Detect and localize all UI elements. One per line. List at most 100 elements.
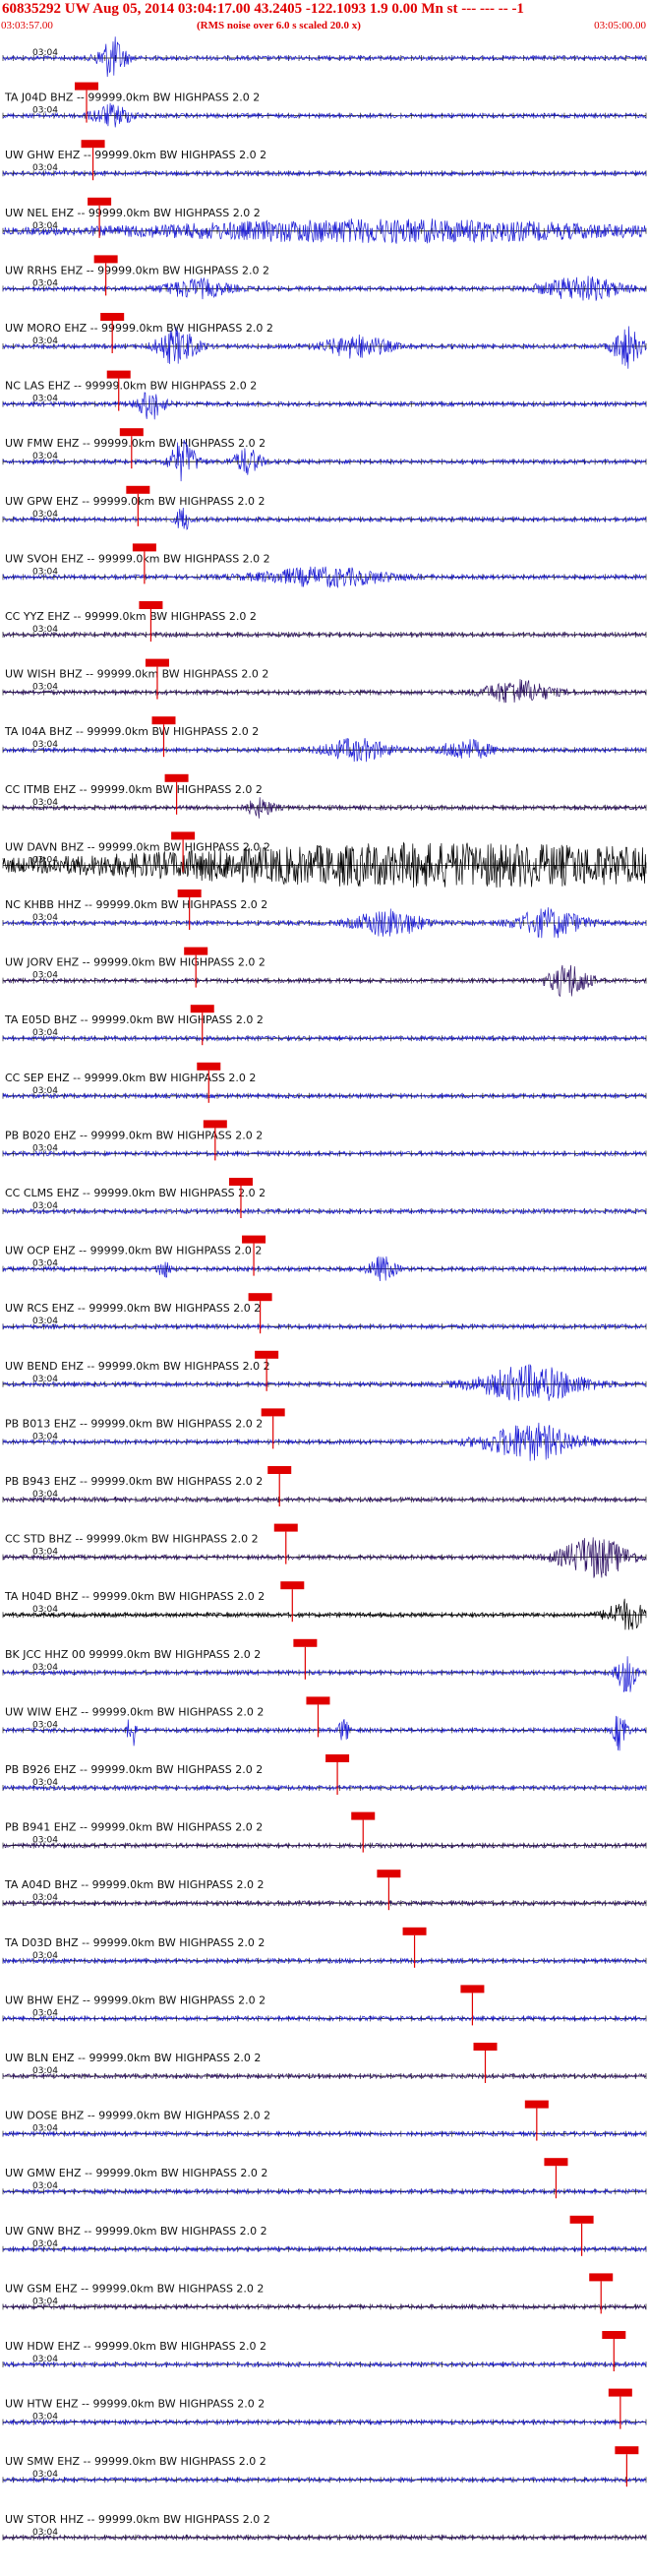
pick-flag (261, 1408, 285, 1417)
pick-flag (197, 1062, 221, 1071)
trace-row: TA H04D BHZ -- 99999.0km BW HIGHPASS 2.0… (2, 1590, 647, 1630)
trace-row: TA A04D BHZ -- 99999.0km BW HIGHPASS 2.0… (2, 1878, 647, 1907)
trace-label: UW GMW EHZ -- 99999.0km BW HIGHPASS 2.0 … (5, 2167, 267, 2179)
pick-flag (524, 2100, 549, 2109)
trace-row: BK JCC HHZ 00 99999.0km BW HIGHPASS 2.0 … (2, 1648, 647, 1692)
trace-row: UW OCP EHZ -- 99999.0km BW HIGHPASS 2.0 … (2, 1245, 647, 1282)
pick-flag (351, 1811, 376, 1820)
trace-row: TA D03D BHZ -- 99999.0km BW HIGHPASS 2.0… (2, 1936, 647, 1965)
trace-time: 03:04 (32, 971, 58, 981)
pick-flag (203, 1120, 227, 1129)
trace-label: UW GSM EHZ -- 99999.0km BW HIGHPASS 2.0 … (5, 2282, 264, 2295)
trace-time: 03:04 (32, 683, 58, 693)
trace-time: 03:04 (32, 106, 58, 116)
trace-row: 03:04 (2, 36, 647, 78)
trace-time: 03:04 (32, 798, 58, 808)
pick-flag (88, 197, 112, 206)
pick-flag (293, 1638, 318, 1647)
trace-label: UW WIW EHZ -- 99999.0km BW HIGHPASS 2.0 … (5, 1705, 264, 1718)
trace-row: NC KHBB HHZ -- 99999.0km BW HIGHPASS 2.0… (2, 898, 647, 939)
pick-flag (306, 1696, 330, 1705)
trace-row: CC SEP EHZ -- 99999.0km BW HIGHPASS 2.0 … (2, 1072, 647, 1100)
pick-flag (145, 658, 169, 667)
trace-label: TA H04D BHZ -- 99999.0km BW HIGHPASS 2.0… (4, 1590, 265, 1603)
trace-label: UW BLN EHZ -- 99999.0km BW HIGHPASS 2.0 … (5, 2052, 261, 2064)
trace-label: TA A04D BHZ -- 99999.0km BW HIGHPASS 2.0… (4, 1878, 264, 1891)
trace-time: 03:04 (32, 2066, 58, 2076)
trace-row: CC ITMB EHZ -- 99999.0km BW HIGHPASS 2.0… (2, 783, 647, 819)
trace-row: UW GPW EHZ -- 99999.0km BW HIGHPASS 2.0 … (2, 495, 647, 530)
trace-label: UW WISH BHZ -- 99999.0km BW HIGHPASS 2.0… (5, 668, 268, 681)
pick-flag (569, 2215, 594, 2224)
trace-row: PB B943 EHZ -- 99999.0km BW HIGHPASS 2.0… (2, 1475, 647, 1503)
trace-row: CC STD BHZ -- 99999.0km BW HIGHPASS 2.0 … (2, 1533, 647, 1578)
trace-label: UW OCP EHZ -- 99999.0km BW HIGHPASS 2.0 … (5, 1245, 262, 1257)
trace-label: BK JCC HHZ 00 99999.0km BW HIGHPASS 2.0 … (5, 1648, 261, 1661)
trace-label: UW BEND EHZ -- 99999.0km BW HIGHPASS 2.0… (5, 1360, 270, 1373)
pick-flag (473, 2043, 498, 2051)
pick-flag (280, 1581, 305, 1590)
trace-time: 03:04 (32, 740, 58, 750)
waveform (2, 679, 647, 704)
trace-label: UW GPW EHZ -- 99999.0km BW HIGHPASS 2.0 … (5, 495, 265, 508)
trace-label: UW NEL EHZ -- 99999.0km BW HIGHPASS 2.0 … (5, 207, 261, 219)
trace-time: 03:04 (32, 625, 58, 635)
trace-row: UW GMW EHZ -- 99999.0km BW HIGHPASS 2.0 … (2, 2167, 647, 2195)
trace-row: UW BHW EHZ -- 99999.0km BW HIGHPASS 2.0 … (2, 1993, 647, 2022)
pick-flag (544, 2158, 568, 2167)
trace-row: NC LAS EHZ -- 99999.0km BW HIGHPASS 2.0 … (2, 380, 647, 420)
trace-row: UW GHW EHZ -- 99999.0km BW HIGHPASS 2.0 … (2, 149, 647, 177)
waveform (2, 102, 647, 128)
trace-row: UW JORV EHZ -- 99999.0km BW HIGHPASS 2.0… (2, 956, 647, 998)
trace-label: UW SVOH EHZ -- 99999.0km BW HIGHPASS 2.0… (5, 552, 270, 565)
pick-flag (325, 1754, 350, 1762)
pick-flag (100, 313, 125, 321)
trace-label: CC YYZ EHZ -- 99999.0km BW HIGHPASS 2.0 … (5, 610, 257, 623)
trace-label: CC STD BHZ -- 99999.0km BW HIGHPASS 2.0 … (5, 1533, 259, 1546)
trace-row: UW STOR HHZ -- 99999.0km BW HIGHPASS 2.0… (2, 2513, 647, 2542)
pick-flag (171, 831, 196, 840)
trace-time: 03:04 (32, 510, 58, 520)
pick-flag (273, 1523, 298, 1532)
pick-flag (190, 1005, 214, 1013)
trace-row: PB B941 EHZ -- 99999.0km BW HIGHPASS 2.0… (2, 1821, 647, 1850)
pick-flag (377, 1870, 401, 1878)
pick-flag (184, 947, 208, 955)
waveform (2, 1656, 647, 1692)
trace-label: UW HTW EHZ -- 99999.0km BW HIGHPASS 2.0 … (5, 2398, 265, 2411)
trace-label: TA I04A BHZ -- 99999.0km BW HIGHPASS 2.0… (4, 725, 259, 738)
plot-header: 60835292 UW Aug 05, 2014 03:04:17.00 43.… (0, 0, 649, 33)
trace-row: UW HDW EHZ -- 99999.0km BW HIGHPASS 2.0 … (2, 2340, 647, 2368)
trace-label: UW GHW EHZ -- 99999.0km BW HIGHPASS 2.0 … (5, 149, 266, 161)
trace-label: UW BHW EHZ -- 99999.0km BW HIGHPASS 2.0 … (5, 1993, 266, 2006)
pick-flag (151, 716, 176, 725)
pick-flag (93, 255, 118, 264)
trace-label: PB B020 EHZ -- 99999.0km BW HIGHPASS 2.0… (5, 1129, 263, 1141)
pick-flag (119, 428, 144, 437)
trace-label: CC ITMB EHZ -- 99999.0km BW HIGHPASS 2.0… (5, 783, 263, 796)
waveform (2, 507, 647, 530)
waveform (2, 169, 647, 177)
trace-label: UW RRHS EHZ -- 99999.0km BW HIGHPASS 2.0… (5, 264, 269, 276)
trace-label: PB B943 EHZ -- 99999.0km BW HIGHPASS 2.0… (5, 1475, 263, 1488)
trace-row: UW RCS EHZ -- 99999.0km BW HIGHPASS 2.0 … (2, 1302, 647, 1330)
trace-time: 03:04 (32, 1201, 58, 1211)
trace-time: 03:04 (32, 2181, 58, 2191)
pick-flag (126, 485, 150, 494)
trace-row: UW GNW BHZ -- 99999.0km BW HIGHPASS 2.0 … (2, 2225, 647, 2253)
trace-time: 03:04 (32, 1951, 58, 1961)
trace-label: UW DOSE BHZ -- 99999.0km BW HIGHPASS 2.0… (5, 2110, 270, 2122)
trace-row: TA J04D BHZ -- 99999.0km BW HIGHPASS 2.0… (2, 92, 647, 128)
pick-flag (589, 2273, 614, 2282)
pick-flag (608, 2388, 632, 2397)
trace-label: UW GNW BHZ -- 99999.0km BW HIGHPASS 2.0 … (5, 2225, 267, 2238)
trace-row: PB B926 EHZ -- 99999.0km BW HIGHPASS 2.0… (2, 1763, 647, 1792)
pick-flag (177, 889, 202, 897)
trace-row: UW HTW EHZ -- 99999.0km BW HIGHPASS 2.0 … (2, 2398, 647, 2426)
trace-time: 03:04 (32, 1548, 58, 1558)
trace-row: UW DOSE BHZ -- 99999.0km BW HIGHPASS 2.0… (2, 2110, 647, 2138)
trace-row: TA E05D BHZ -- 99999.0km BW HIGHPASS 2.0… (2, 1013, 647, 1042)
pick-flag (139, 601, 163, 609)
waveform (2, 1715, 647, 1751)
trace-label: UW MORO EHZ -- 99999.0km BW HIGHPASS 2.0… (5, 322, 273, 335)
